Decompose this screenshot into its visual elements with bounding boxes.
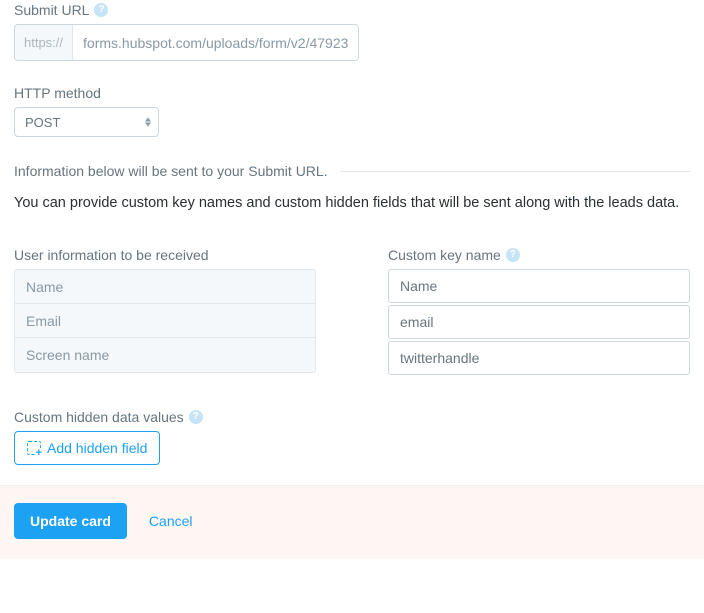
help-icon[interactable]: ? xyxy=(506,248,520,262)
update-card-button[interactable]: Update card xyxy=(14,503,127,539)
add-hidden-field-label: Add hidden field xyxy=(47,440,147,456)
custom-key-input[interactable] xyxy=(388,341,690,375)
custom-key-label: Custom key name xyxy=(388,247,501,263)
divider-line xyxy=(340,171,690,172)
custom-key-input[interactable] xyxy=(388,305,690,339)
cancel-button[interactable]: Cancel xyxy=(149,513,193,529)
custom-key-input[interactable] xyxy=(388,269,690,303)
section-divider-text: Information below will be sent to your S… xyxy=(14,163,328,179)
user-info-label: User information to be received xyxy=(14,247,209,263)
info-text: You can provide custom key names and cus… xyxy=(14,193,690,213)
submit-url-label: Submit URL xyxy=(14,2,89,18)
add-hidden-field-button[interactable]: Add hidden field xyxy=(14,431,160,465)
list-item: Name xyxy=(15,270,315,304)
http-method-select[interactable]: POST xyxy=(14,107,159,137)
add-icon xyxy=(27,441,41,455)
help-icon[interactable]: ? xyxy=(94,3,108,17)
submit-url-input[interactable] xyxy=(73,25,358,60)
submit-url-group: https:// xyxy=(14,24,359,61)
http-method-label: HTTP method xyxy=(14,85,101,101)
user-info-list: Name Email Screen name xyxy=(14,269,316,373)
hidden-data-label: Custom hidden data values xyxy=(14,409,184,425)
submit-url-prefix: https:// xyxy=(15,25,73,60)
help-icon[interactable]: ? xyxy=(189,410,203,424)
footer: Update card Cancel xyxy=(0,485,704,559)
list-item: Screen name xyxy=(15,338,315,372)
list-item: Email xyxy=(15,304,315,338)
